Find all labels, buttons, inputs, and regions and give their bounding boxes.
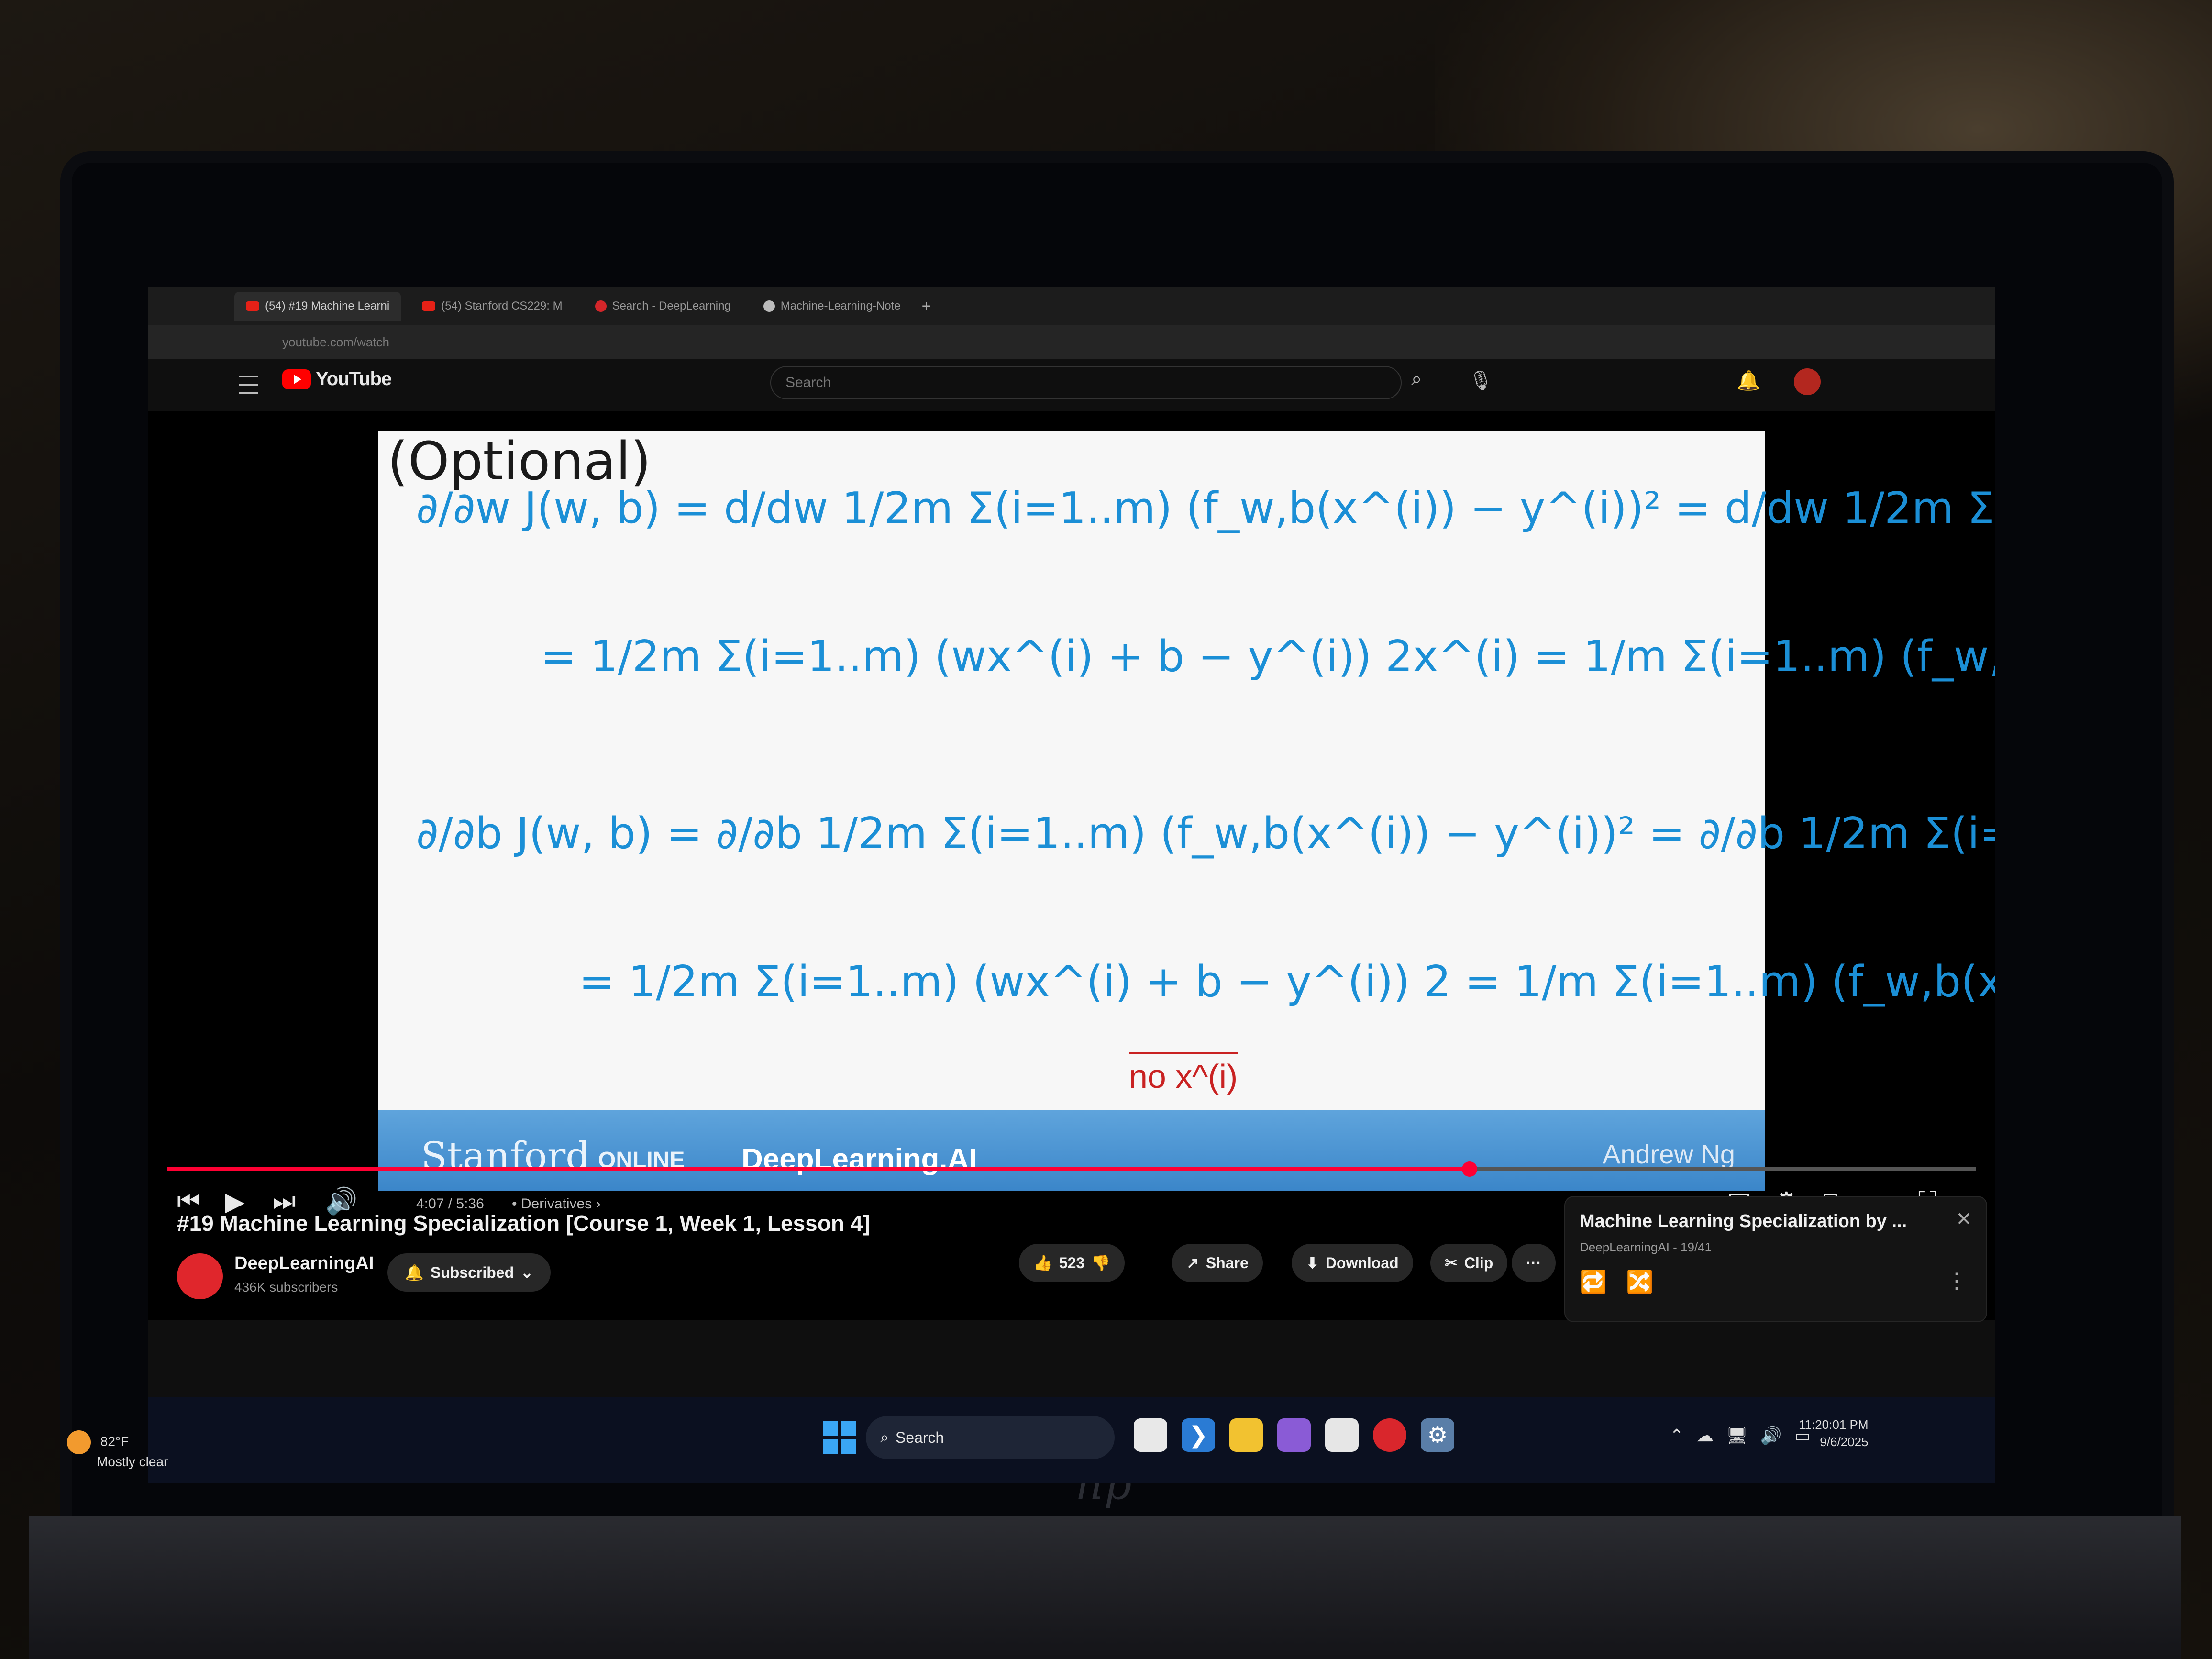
weather-widget[interactable]: 82°F Mostly clear <box>67 1430 168 1470</box>
playlist-panel: Machine Learning Specialization by ... D… <box>1564 1196 1987 1322</box>
browser-tab[interactable]: (54) #19 Machine Learni <box>234 292 401 321</box>
equation-dw: ∂/∂w J(w, b) = d/dw 1/2m Σ(i=1..m) (f_w,… <box>416 483 1995 533</box>
cloud-icon[interactable]: ☁ <box>1696 1426 1714 1446</box>
deeplearning-ai-logo: DeepLearning.AI <box>741 1143 977 1176</box>
more-label: ··· <box>1526 1254 1541 1272</box>
close-icon[interactable]: ✕ <box>1956 1208 1972 1230</box>
presenter-name: Andrew Ng <box>1603 1139 1736 1169</box>
clock-date: 9/6/2025 <box>1820 1435 1869 1449</box>
tab-bar: (54) #19 Machine Learni (54) Stanford CS… <box>148 287 1995 325</box>
playlist-title[interactable]: Machine Learning Specialization by ... <box>1580 1211 1907 1232</box>
thumbs-up-icon: 👍 <box>1033 1254 1052 1272</box>
file-explorer-icon[interactable] <box>1229 1418 1263 1452</box>
settings-icon[interactable]: ⚙ <box>1421 1418 1454 1452</box>
like-button[interactable]: 👍 523 👎 <box>1019 1244 1125 1282</box>
tab-label: Machine-Learning-Note <box>780 299 901 312</box>
video-player[interactable]: (Optional) ∂/∂w J(w, b) = d/dw 1/2m Σ(i=… <box>148 411 1995 1320</box>
share-icon: ↗ <box>1186 1254 1199 1272</box>
opera-icon[interactable] <box>1373 1418 1406 1452</box>
weather-icon <box>67 1430 91 1454</box>
time-display: 4:07 / 5:36 <box>416 1196 484 1212</box>
equation-db-result: = 1/2m Σ(i=1..m) (wx^(i) + b − y^(i)) 2 … <box>579 957 1995 1007</box>
clip-button[interactable]: ✂ Clip <box>1430 1244 1508 1282</box>
bell-icon: 🔔 <box>405 1264 424 1281</box>
windows-taskbar: ⌕ Search ❯ ⚙ ⌃ ☁ 🖥 🔊 ▭ 11:20:01 PM 9/6/2… <box>148 1397 1995 1483</box>
playlist-subtitle: DeepLearningAI - 19/41 <box>1580 1240 1712 1254</box>
weather-temp: 82°F <box>100 1434 129 1449</box>
menu-icon[interactable] <box>239 376 258 394</box>
shuffle-icon[interactable]: 🔀 <box>1626 1269 1653 1295</box>
search-icon[interactable]: ⌕ <box>1411 368 1440 397</box>
github-icon <box>763 300 775 312</box>
loop-icon[interactable]: 🔁 <box>1580 1269 1607 1295</box>
bell-icon[interactable]: 🔔 <box>1736 369 1760 392</box>
url-text: youtube.com/watch <box>282 334 390 349</box>
subscribed-label: Subscribed <box>430 1263 514 1281</box>
download-icon: ⬇ <box>1306 1254 1319 1272</box>
screen: (54) #19 Machine Learni (54) Stanford CS… <box>148 287 1995 1483</box>
subscribed-button[interactable]: 🔔 Subscribed ⌄ <box>387 1253 551 1292</box>
new-tab-button[interactable]: + <box>922 297 931 316</box>
share-button[interactable]: ↗ Share <box>1172 1244 1263 1282</box>
address-bar[interactable]: youtube.com/watch <box>148 325 1995 359</box>
clip-label: Clip <box>1464 1254 1493 1272</box>
clock-time: 11:20:01 PM <box>1799 1417 1869 1432</box>
progress-fill <box>167 1167 1470 1171</box>
youtube-logo[interactable]: YouTube <box>282 368 392 390</box>
tab-label: Search - DeepLearning <box>612 299 731 312</box>
laptop-base <box>29 1516 2181 1659</box>
share-label: Share <box>1206 1254 1249 1272</box>
annotation-note: no x^(i) <box>1129 1052 1238 1095</box>
network-icon[interactable]: 🖥 <box>1726 1426 1748 1446</box>
equation-db: ∂/∂b J(w, b) = ∂/∂b 1/2m Σ(i=1..m) (f_w,… <box>416 808 1995 859</box>
more-vertical-icon[interactable]: ⋮ <box>1946 1269 1967 1293</box>
tab-label: (54) Stanford CS229: M <box>441 299 563 312</box>
stanford-logo: Stanford <box>421 1134 590 1178</box>
youtube-play-icon <box>282 369 311 389</box>
vscode-icon[interactable]: ❯ <box>1182 1418 1215 1452</box>
more-actions-button[interactable]: ··· <box>1512 1244 1556 1282</box>
search-placeholder: Search <box>785 375 831 390</box>
microphone-icon[interactable]: 🎙 <box>1469 369 1493 392</box>
search-icon: ⌕ <box>880 1428 889 1446</box>
youtube-icon <box>246 301 259 311</box>
store-icon[interactable] <box>1325 1418 1359 1452</box>
download-label: Download <box>1325 1254 1399 1272</box>
task-view-icon[interactable] <box>1134 1418 1167 1452</box>
browser-tab[interactable]: (54) Stanford CS229: M <box>410 292 574 321</box>
channel-avatar[interactable] <box>177 1253 223 1299</box>
scissors-icon: ✂ <box>1445 1254 1458 1272</box>
youtube-wordmark: YouTube <box>316 368 392 389</box>
weather-desc: Mostly clear <box>97 1454 168 1469</box>
progress-scrubber[interactable] <box>1461 1161 1477 1177</box>
subscriber-count: 436K subscribers <box>234 1280 338 1294</box>
slide-optional-label: (Optional) <box>387 431 651 492</box>
progress-bar[interactable] <box>167 1161 1976 1177</box>
youtube-icon <box>422 301 436 311</box>
avatar[interactable] <box>1794 368 1821 395</box>
taskbar-search[interactable]: ⌕ Search <box>866 1416 1115 1459</box>
copilot-icon[interactable] <box>1277 1418 1311 1452</box>
windows-start-icon[interactable] <box>823 1421 856 1454</box>
thumbs-down-icon[interactable]: 👎 <box>1091 1254 1110 1272</box>
tab-label: (54) #19 Machine Learni <box>265 299 390 312</box>
download-button[interactable]: ⬇ Download <box>1292 1244 1413 1282</box>
chevron-up-icon[interactable]: ⌃ <box>1670 1426 1684 1446</box>
search-input[interactable]: Search <box>770 366 1402 399</box>
equation-dw-result: = 1/2m Σ(i=1..m) (wx^(i) + b − y^(i)) 2x… <box>541 631 1995 682</box>
deeplearning-icon <box>595 300 607 312</box>
volume-icon[interactable]: 🔊 <box>1760 1426 1782 1446</box>
taskbar-clock[interactable]: 11:20:01 PM 9/6/2025 <box>1799 1416 1869 1451</box>
taskbar-search-label: Search <box>895 1428 944 1446</box>
browser-tab[interactable]: Machine-Learning-Note <box>752 292 912 321</box>
like-count: 523 <box>1059 1254 1085 1272</box>
video-title: #19 Machine Learning Specialization [Cou… <box>177 1211 870 1236</box>
chevron-down-icon: ⌄ <box>520 1264 533 1281</box>
chapter-label[interactable]: • Derivatives › <box>512 1196 601 1212</box>
system-tray: ⌃ ☁ 🖥 🔊 ▭ <box>1670 1426 1811 1446</box>
playlist-controls: 🔁 🔀 <box>1580 1269 1654 1295</box>
browser-tab[interactable]: Search - DeepLearning <box>584 292 742 321</box>
channel-name[interactable]: DeepLearningAI <box>234 1253 374 1274</box>
lecture-slide: (Optional) ∂/∂w J(w, b) = d/dw 1/2m Σ(i=… <box>378 431 1995 1191</box>
